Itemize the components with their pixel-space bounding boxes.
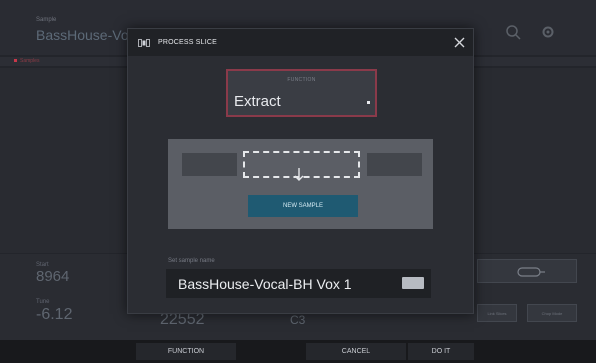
function-value: Extract (234, 93, 281, 110)
do-it-button[interactable]: DO IT (408, 343, 474, 360)
slice-icon (138, 39, 150, 47)
dropdown-indicator-icon (367, 101, 370, 104)
gear-icon[interactable] (540, 24, 556, 40)
sample-name[interactable]: BassHouse-Vo (36, 27, 129, 43)
keyboard-icon[interactable] (402, 277, 424, 289)
chop-mode-button[interactable]: Chop Mode (527, 304, 577, 322)
sample-name-field[interactable]: BassHouse-Vocal-BH Vox 1 (166, 269, 431, 298)
diagram-slice-left (182, 153, 237, 176)
link-slices-button[interactable]: Link Slices (477, 304, 517, 322)
tab-samples[interactable]: Samples (14, 58, 39, 64)
extract-diagram: NEW SAMPLE (168, 139, 433, 229)
tune-label: Tune (36, 299, 50, 305)
diagram-slice-right (367, 153, 422, 176)
screen: Sample BassHouse-Vo Samples Start 8964 T… (0, 0, 596, 363)
loop-button[interactable] (477, 259, 577, 283)
tune-value[interactable]: -6.12 (36, 306, 72, 324)
zoom-icon[interactable] (505, 24, 521, 40)
sample-label: Sample (36, 17, 57, 23)
down-arrow-icon (294, 168, 304, 181)
note-value[interactable]: C3 (290, 313, 305, 327)
sample-name-label: Set sample name (168, 258, 215, 264)
loop-icon (517, 267, 545, 277)
function-button[interactable]: FUNCTION (136, 343, 236, 360)
process-slice-dialog: PROCESS SLICE FUNCTION Extract NEW SAMPL… (127, 28, 474, 314)
function-selector[interactable]: FUNCTION Extract (226, 69, 377, 117)
function-label: FUNCTION (287, 77, 316, 83)
cancel-button[interactable]: CANCEL (306, 343, 406, 360)
new-sample-button[interactable]: NEW SAMPLE (248, 195, 358, 217)
dialog-title: PROCESS SLICE (158, 39, 218, 46)
start-value[interactable]: 8964 (36, 268, 69, 285)
close-icon[interactable] (454, 37, 465, 48)
sample-name-value: BassHouse-Vocal-BH Vox 1 (178, 276, 352, 292)
footer-bar (0, 340, 596, 363)
